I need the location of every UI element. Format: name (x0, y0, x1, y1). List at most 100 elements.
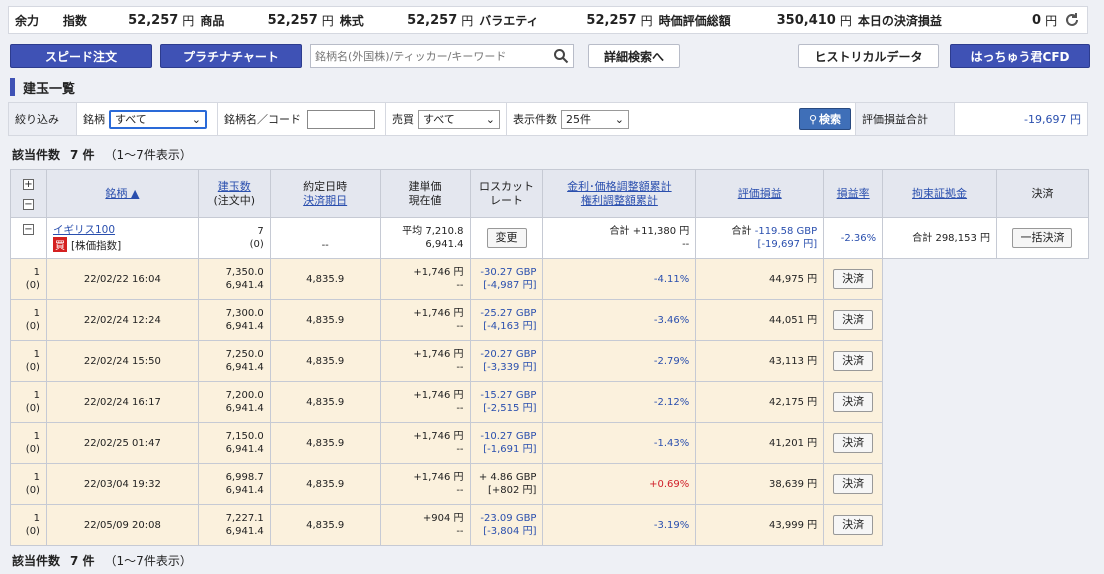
sort-settle-date-link[interactable]: 決済期日 (303, 194, 347, 207)
result-range: （1〜7件表示） (104, 148, 192, 162)
price-cell: 6,998.7 6,941.4 (197, 463, 271, 505)
collapse-all-icon[interactable]: − (22, 198, 34, 210)
settle-button[interactable]: 決済 (833, 433, 874, 453)
margin: 41,201 円 (695, 422, 825, 464)
pl-rate: -2.79% (542, 340, 697, 382)
margin: 43,999 円 (695, 504, 825, 546)
qty-order: (0) (25, 362, 40, 373)
interest-cell: +1,746 円 -- (379, 340, 471, 382)
contract-date: 22/03/04 19:32 (45, 463, 199, 505)
table-row: 1 (0) 22/05/09 20:08 7,227.1 6,941.4 4,835.9 +… (10, 504, 1089, 546)
interest-header: 金利･価格調整額累計 権利調整額累計 (542, 169, 697, 218)
interest: +1,746 円 (413, 308, 464, 319)
val-total-label: 合計 (731, 226, 752, 237)
main-interest: +11,380 円 (632, 226, 690, 237)
settle-button[interactable]: 決済 (833, 474, 874, 494)
brand-link[interactable]: イギリス100 (53, 224, 115, 236)
settle-button[interactable]: 決済 (833, 351, 874, 371)
valuation-cell: + 4.86 GBP [+802 円] (469, 463, 544, 505)
refresh-icon[interactable] (1061, 9, 1083, 31)
count-select[interactable]: 25件 ⌄ (561, 109, 629, 129)
settle-button[interactable]: 決済 (833, 310, 874, 330)
page-title-text: 建玉一覧 (23, 81, 76, 97)
sort-valuation-link[interactable]: 評価損益 (738, 187, 782, 200)
main-date: -- (269, 217, 381, 259)
rights: -- (456, 280, 464, 291)
action-toolbar: スピード注文 プラチナチャート 詳細検索へ ヒストリカルデータ はっちゅう君CF… (10, 44, 1090, 70)
speed-order-button[interactable]: スピード注文 (10, 44, 152, 68)
main-qty: 7 (257, 226, 264, 237)
settle-button[interactable]: 決済 (833, 269, 874, 289)
val-gbp: -10.27 GBP (480, 431, 537, 442)
price-header: 建単価 現在値 (379, 169, 471, 218)
sort-rights-link[interactable]: 権利調整額累計 (581, 194, 658, 207)
search-input[interactable] (311, 46, 547, 66)
val-jpy: [-3,339 円] (483, 362, 537, 373)
losscut-rate: 4,835.9 (269, 463, 381, 505)
rights: -- (456, 485, 464, 496)
main-rate: -2.36% (823, 217, 884, 259)
price-cell: 7,227.1 6,941.4 (197, 504, 271, 546)
price-cell: 7,150.0 6,941.4 (197, 422, 271, 464)
qty-order: (0) (25, 444, 40, 455)
qty: 1 (33, 308, 40, 319)
change-losscut-button[interactable]: 変更 (486, 228, 527, 248)
hacchu-cfd-button[interactable]: はっちゅう君CFD (950, 44, 1090, 68)
losscut-rate: 4,835.9 (269, 504, 381, 546)
historical-data-button[interactable]: ヒストリカルデータ (798, 44, 939, 68)
settle-cell: 決済 (823, 463, 884, 505)
losscut-rate: 4,835.9 (269, 340, 381, 382)
sort-qty-link[interactable]: 建玉数 (218, 180, 251, 193)
build-price: 6,998.7 (225, 472, 264, 483)
valuation-cell: -25.27 GBP [-4,163 円] (469, 299, 544, 341)
pl-rate: -3.19% (542, 504, 697, 546)
rights: -- (456, 526, 464, 537)
settle-button[interactable]: 決済 (833, 392, 874, 412)
settle-cell: 決済 (823, 299, 884, 341)
search-field (310, 44, 574, 68)
qty-order: (0) (25, 526, 40, 537)
result-count-label: 該当件数 (12, 148, 61, 162)
main-margin: 298,153 円 (935, 232, 990, 244)
index-label: 指数 (62, 13, 87, 28)
sort-interest-link[interactable]: 金利･価格調整額累計 (567, 180, 672, 193)
build-price: 7,150.0 (225, 431, 264, 442)
buysell-select-value: すべて (423, 113, 455, 126)
chevron-down-icon: ⌄ (191, 112, 201, 126)
rights: -- (456, 403, 464, 414)
brand-select[interactable]: すべて ⌄ (109, 109, 207, 129)
interest: +1,746 円 (413, 267, 464, 278)
search-icon[interactable] (553, 48, 569, 64)
stock-label: 株式 (339, 13, 364, 28)
qty-cell: 1 (0) (10, 463, 47, 505)
qty-cell: 1 (0) (10, 299, 47, 341)
qty-cell: 1 (0) (10, 381, 47, 423)
name-code-input[interactable] (307, 109, 375, 129)
sort-brand-link[interactable]: 銘柄 ▲ (105, 187, 139, 200)
collapse-icon[interactable]: − (22, 224, 34, 235)
sort-margin-link[interactable]: 拘束証拠金 (912, 187, 967, 200)
valuation-cell: -30.27 GBP [-4,987 円] (469, 258, 544, 300)
settle-button[interactable]: 決済 (833, 515, 874, 535)
expand-all-icon[interactable]: + (22, 178, 34, 190)
interest-cell: +1,746 円 -- (379, 258, 471, 300)
brand-header: 銘柄 ▲ (45, 169, 199, 218)
qty-header: 建玉数 (注文中) (197, 169, 271, 218)
val-gbp: -25.27 GBP (480, 308, 537, 319)
pl-rate: -3.46% (542, 299, 697, 341)
platinum-chart-button[interactable]: プラチナチャート (160, 44, 302, 68)
sort-pl-rate-link[interactable]: 損益率 (837, 187, 870, 200)
buysell-select[interactable]: すべて ⌄ (418, 109, 500, 129)
settle-cell: 決済 (823, 504, 884, 546)
chevron-down-icon: ⌄ (485, 112, 495, 126)
bulk-settle-button[interactable]: 一括決済 (1012, 228, 1073, 248)
settle-cell: 決済 (823, 340, 884, 382)
main-qty-cell: 7 (0) (197, 217, 271, 259)
stock-value: 52,257 (407, 12, 458, 28)
search-button[interactable]: ⚲ 検索 (799, 108, 851, 130)
val-jpy: [-2,515 円] (483, 403, 537, 414)
result-range: （1〜7件表示） (104, 554, 192, 568)
detail-search-button[interactable]: 詳細検索へ (588, 44, 680, 68)
margin-total-label: 合計 (912, 232, 933, 244)
brand-filter-label: 銘柄 (83, 113, 105, 126)
